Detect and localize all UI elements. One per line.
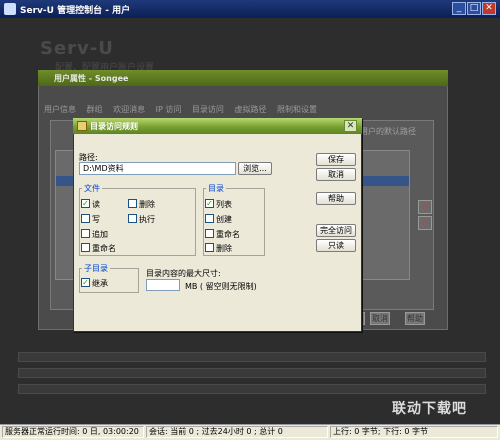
file-rename-checkbox[interactable] (81, 243, 90, 252)
dir-delete-label: 删除 (216, 244, 232, 253)
tab-groups[interactable]: 群组 (87, 104, 103, 115)
subdir-group-title: 子目录 (82, 264, 110, 273)
file-append-label: 追加 (92, 230, 108, 239)
background-row (18, 368, 486, 378)
dir-list-checkbox[interactable]: ✓ (205, 199, 214, 208)
file-rename-label: 重命名 (92, 244, 116, 253)
dir-rename-label: 重命名 (216, 230, 240, 239)
background-row (18, 352, 486, 362)
dir-create-checkbox[interactable] (205, 214, 214, 223)
file-execute-label: 执行 (139, 215, 155, 224)
move-up-icon[interactable]: ⇧ (418, 200, 432, 214)
status-uptime: 服务器正常运行时间: 0 日, 03:00:20 (2, 426, 144, 438)
inherit-label: 继承 (92, 279, 108, 288)
app-icon (4, 3, 16, 15)
window-title: Serv-U 管理控制台 - 用户 (20, 6, 131, 16)
tab-limits[interactable]: 限制和设置 (277, 104, 317, 115)
dialog-titlebar: 目录访问规则 (73, 118, 362, 134)
file-write-checkbox[interactable] (81, 214, 90, 223)
dialog-close-button[interactable]: ✕ (344, 120, 357, 132)
dialog-title: 目录访问规则 (90, 122, 138, 131)
tab-dir-access[interactable]: 目录访问 (192, 104, 224, 115)
max-size-unit: MB ( 留空则无限制) (185, 282, 257, 291)
dir-delete-checkbox[interactable] (205, 243, 214, 252)
file-delete-checkbox[interactable] (128, 199, 137, 208)
file-execute-checkbox[interactable] (128, 214, 137, 223)
user-tabs: 用户信息 群组 欢迎消息 IP 访问 目录访问 虚拟路径 限制和设置 (44, 104, 440, 118)
folder-icon (77, 121, 87, 131)
file-read-checkbox[interactable]: ✓ (81, 199, 90, 208)
tab-welcome[interactable]: 欢迎消息 (113, 104, 145, 115)
max-size-label: 目录内容的最大尺寸: (146, 269, 221, 278)
file-read-label: 读 (92, 200, 100, 209)
tab-virtual-paths[interactable]: 虚拟路径 (234, 104, 266, 115)
user-help-button[interactable]: 帮助 (405, 312, 425, 325)
cancel-button[interactable]: 取消 (316, 168, 356, 181)
dir-list-label: 列表 (216, 200, 232, 209)
status-traffic: 上行: 0 字节; 下行: 0 字节 (330, 426, 498, 438)
user-cancel-button[interactable]: 取消 (370, 312, 390, 325)
status-sessions: 会话: 当前 0 ; 过去24小时 0 ; 总计 0 (146, 426, 328, 438)
file-group-title: 文件 (82, 184, 102, 193)
dir-rename-checkbox[interactable] (205, 229, 214, 238)
help-button[interactable]: 帮助 (316, 192, 356, 205)
browse-button[interactable]: 浏览... (238, 162, 272, 175)
read-only-button[interactable]: 只读 (316, 239, 356, 252)
file-append-checkbox[interactable] (81, 229, 90, 238)
inherit-checkbox[interactable]: ✓ (81, 278, 90, 287)
dir-group-title: 目录 (206, 184, 226, 193)
tab-user-info[interactable]: 用户信息 (44, 104, 76, 115)
user-properties-titlebar: 用户属性 - Songee (38, 70, 448, 86)
watermark: 联动下载吧 (392, 401, 467, 417)
save-button[interactable]: 保存 (316, 153, 356, 166)
background-row (18, 384, 486, 394)
tab-ip-access[interactable]: IP 访问 (156, 104, 182, 115)
close-window-button[interactable]: ✕ (482, 2, 496, 15)
file-delete-label: 删除 (139, 200, 155, 209)
full-access-button[interactable]: 完全访问 (316, 224, 356, 237)
maximize-button[interactable]: □ (467, 2, 481, 15)
dir-create-label: 创建 (216, 215, 232, 224)
max-size-input[interactable] (146, 279, 180, 291)
move-down-icon[interactable]: ⇩ (418, 216, 432, 230)
window-titlebar: Serv-U 管理控制台 - 用户 (0, 0, 500, 18)
minimize-button[interactable]: _ (452, 2, 466, 15)
path-input[interactable]: D:\MD资料 (79, 162, 236, 175)
user-properties-title: 用户属性 - Songee (54, 74, 129, 83)
serv-u-logo: Serv-U (40, 38, 114, 59)
file-write-label: 写 (92, 215, 100, 224)
